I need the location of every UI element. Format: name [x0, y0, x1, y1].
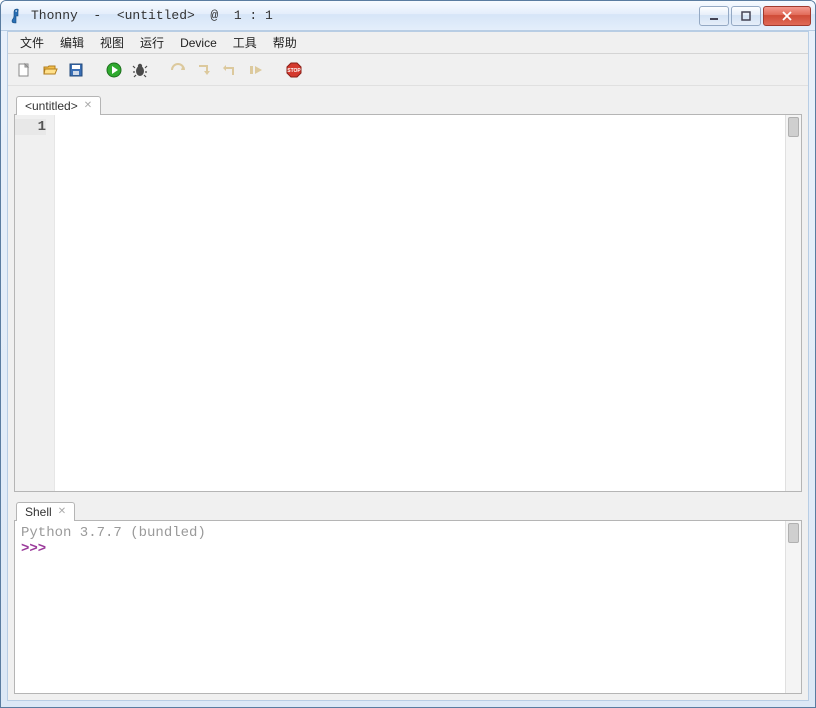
step-out-icon[interactable]: [220, 60, 240, 80]
panels-area: <untitled> ✕ 1 Shell ✕: [8, 86, 808, 700]
menu-edit[interactable]: 编辑: [52, 32, 92, 53]
code-editor[interactable]: [55, 115, 785, 491]
maximize-button[interactable]: [731, 6, 761, 26]
menu-view[interactable]: 视图: [92, 32, 132, 53]
window-title: Thonny - <untitled> @ 1 : 1: [31, 8, 273, 23]
editor-body: 1: [14, 114, 802, 492]
shell-scrollbar[interactable]: [785, 521, 801, 693]
tab-shell[interactable]: Shell ✕: [16, 502, 75, 521]
window-frame: Thonny - <untitled> @ 1 : 1 文件 编辑 视图 运行 …: [0, 0, 816, 708]
close-icon[interactable]: ✕: [58, 507, 66, 517]
tab-label: <untitled>: [25, 99, 78, 113]
new-file-icon[interactable]: [14, 60, 34, 80]
shell-panel: Shell ✕ Python 3.7.7 (bundled) >>>: [14, 498, 802, 694]
editor-panel: <untitled> ✕ 1: [14, 92, 802, 492]
titlebar[interactable]: Thonny - <untitled> @ 1 : 1: [1, 1, 815, 31]
open-file-icon[interactable]: [40, 60, 60, 80]
tab-label: Shell: [25, 505, 52, 519]
step-over-icon[interactable]: [168, 60, 188, 80]
shell-tabstrip: Shell ✕: [14, 498, 802, 520]
editor-scrollbar[interactable]: [785, 115, 801, 491]
close-button[interactable]: [763, 6, 811, 26]
menu-help[interactable]: 帮助: [265, 32, 305, 53]
menubar: 文件 编辑 视图 运行 Device 工具 帮助: [8, 32, 808, 54]
run-icon[interactable]: [104, 60, 124, 80]
shell-prompt: >>>: [21, 541, 46, 557]
shell-banner: Python 3.7.7 (bundled): [21, 525, 779, 541]
app-icon: [9, 8, 25, 24]
toolbar: STOP: [8, 54, 808, 86]
minimize-button[interactable]: [699, 6, 729, 26]
shell-output[interactable]: Python 3.7.7 (bundled) >>>: [15, 521, 785, 693]
close-icon[interactable]: ✕: [84, 101, 92, 111]
menu-file[interactable]: 文件: [12, 32, 52, 53]
editor-tabstrip: <untitled> ✕: [14, 92, 802, 114]
save-icon[interactable]: [66, 60, 86, 80]
client-area: 文件 编辑 视图 运行 Device 工具 帮助: [7, 31, 809, 701]
line-number: 1: [15, 119, 46, 135]
resume-icon[interactable]: [246, 60, 266, 80]
line-gutter: 1: [15, 115, 55, 491]
menu-tools[interactable]: 工具: [225, 32, 265, 53]
debug-icon[interactable]: [130, 60, 150, 80]
step-into-icon[interactable]: [194, 60, 214, 80]
tab-untitled[interactable]: <untitled> ✕: [16, 96, 101, 115]
menu-device[interactable]: Device: [172, 34, 225, 52]
shell-body: Python 3.7.7 (bundled) >>>: [14, 520, 802, 694]
svg-text:STOP: STOP: [287, 68, 301, 74]
stop-icon[interactable]: STOP: [284, 60, 304, 80]
window-controls: [699, 6, 811, 26]
menu-run[interactable]: 运行: [132, 32, 172, 53]
